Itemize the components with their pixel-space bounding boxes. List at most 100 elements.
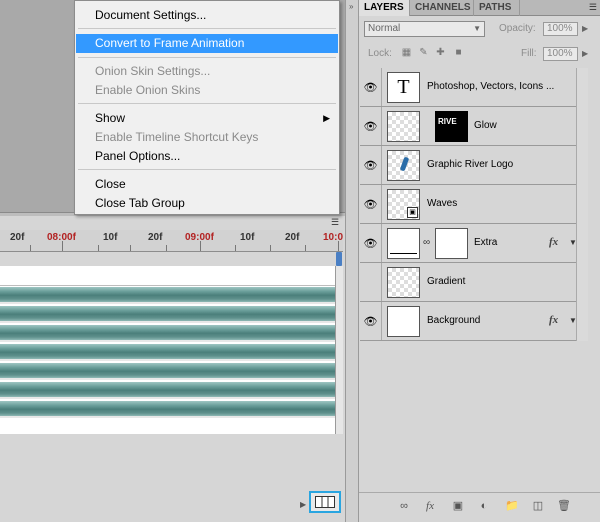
menu-separator — [78, 103, 336, 104]
lock-image-icon[interactable]: ✎ — [418, 47, 429, 58]
eye-icon[interactable]: 👁 — [360, 302, 382, 340]
submenu-arrow-icon: ▶ — [323, 113, 330, 123]
trash-icon[interactable]: 🗑 — [557, 499, 571, 513]
eye-icon[interactable]: 👁 — [360, 224, 382, 262]
collapse-arrows-icon[interactable]: » — [349, 3, 355, 11]
link-icon[interactable]: ∞ — [423, 237, 430, 248]
menu-item-show-label: Show — [95, 111, 126, 125]
ruler-tick — [30, 245, 31, 251]
layer-thumbnail — [387, 306, 420, 337]
mask-text: RIVE — [438, 117, 457, 126]
lock-transparency-icon[interactable]: ▦ — [401, 47, 412, 58]
menu-item-enable-onion-skins[interactable]: Enable Onion Skins — [76, 81, 338, 100]
layer-name[interactable]: Graphic River Logo — [427, 146, 513, 184]
menu-item-convert-to-frame-animation[interactable]: Convert to Frame Animation — [76, 34, 338, 53]
eye-icon[interactable]: 👁 — [360, 146, 382, 184]
menu-item-show[interactable]: Show ▶ — [76, 109, 338, 128]
text-layer-icon: T — [387, 72, 420, 103]
eye-hidden-slot[interactable] — [360, 263, 382, 301]
track-row[interactable] — [0, 287, 335, 304]
layer-mask-thumbnail — [435, 228, 468, 259]
arrow-right-icon[interactable]: ▶ — [300, 500, 306, 509]
eye-icon[interactable]: 👁 — [360, 68, 382, 106]
eye-icon[interactable]: 👁 — [360, 107, 382, 145]
ruler-tick — [338, 241, 339, 251]
track-row[interactable] — [0, 401, 335, 418]
add-mask-icon[interactable]: ▣ — [451, 499, 465, 513]
layer-row[interactable]: 👁 Graphic River Logo — [360, 146, 576, 185]
track-row[interactable] — [0, 306, 335, 323]
tab-layers[interactable]: LAYERS — [359, 0, 410, 16]
track-row[interactable] — [0, 266, 335, 286]
timeline-panel-menu-icon[interactable]: ☰ — [327, 216, 343, 228]
layer-row[interactable]: 👁 RIVE Glow — [360, 107, 576, 146]
new-layer-icon[interactable]: ◫ — [531, 499, 545, 513]
menu-item-panel-options[interactable]: Panel Options... — [76, 147, 338, 166]
adjustment-layer-icon[interactable]: ◐ — [477, 499, 491, 513]
menu-item-enable-timeline-shortcut-keys[interactable]: Enable Timeline Shortcut Keys — [76, 128, 338, 147]
smart-object-icon: ▣ — [407, 207, 418, 218]
track-row[interactable] — [0, 363, 335, 380]
layer-name[interactable]: Photoshop, Vectors, Icons ... — [427, 68, 554, 106]
chevron-right-icon[interactable]: ▶ — [582, 49, 588, 58]
opacity-label: Opacity: — [499, 23, 536, 34]
layers-footer-toolbar: ∞ fx ▣ ◐ 📁 ◫ 🗑 — [359, 492, 600, 522]
track-row[interactable] — [0, 344, 335, 361]
timeline-tracks[interactable] — [0, 266, 335, 434]
layer-name[interactable]: Waves — [427, 185, 457, 223]
layer-name[interactable]: Background — [427, 302, 480, 340]
menu-separator — [78, 57, 336, 58]
panel-menu-icon[interactable]: ☰ — [589, 2, 597, 13]
layer-thumbnail: ▣ — [387, 189, 420, 220]
layer-row[interactable]: 👁 ∞ Extra fx ▼ — [360, 224, 577, 263]
playhead-handle[interactable] — [336, 252, 342, 266]
menu-item-close-tab-group[interactable]: Close Tab Group — [76, 194, 338, 213]
track-row[interactable] — [0, 382, 335, 399]
tab-channels[interactable]: CHANNELS — [410, 0, 474, 16]
layer-thumbnail — [387, 150, 420, 181]
menu-item-close[interactable]: Close — [76, 175, 338, 194]
menu-item-document-settings[interactable]: Document Settings... — [76, 6, 338, 25]
layer-thumbnail — [387, 111, 420, 142]
layer-name[interactable]: Extra — [474, 224, 497, 262]
menu-item-onion-skin-settings[interactable]: Onion Skin Settings... — [76, 62, 338, 81]
animation-timeline-panel: ☰ 20f 08:00f 10f 20f 09:00f 10f 20f 10:0… — [0, 216, 345, 522]
layer-name[interactable]: Gradient — [427, 263, 465, 301]
ruler-label: 10f — [240, 232, 255, 243]
eye-icon[interactable]: 👁 — [360, 185, 382, 223]
track-row[interactable] — [0, 325, 335, 342]
adjustment-icon — [390, 253, 417, 254]
timeline-scrollbar[interactable] — [335, 266, 343, 434]
convert-to-frame-animation-button[interactable] — [309, 491, 341, 513]
logo-icon — [399, 156, 410, 172]
fill-label: Fill: — [521, 48, 537, 59]
layer-row[interactable]: 👁 Background fx ▼ — [360, 302, 577, 341]
fill-field[interactable]: 100% — [543, 47, 578, 61]
link-layers-icon[interactable]: ∞ — [397, 499, 411, 513]
timeline-ruler[interactable]: 20f 08:00f 10f 20f 09:00f 10f 20f 10:0 — [0, 230, 343, 252]
new-group-icon[interactable]: 📁 — [505, 499, 519, 513]
ruler-label: 20f — [285, 232, 300, 243]
layer-row[interactable]: Gradient — [360, 263, 576, 302]
panel-dock-divider[interactable]: » — [345, 0, 359, 522]
ruler-tick — [305, 245, 306, 251]
lock-position-icon[interactable]: ✚ — [435, 47, 446, 58]
layer-row[interactable]: 👁 ▣ Waves — [360, 185, 576, 224]
menu-separator — [78, 28, 336, 29]
ruler-tick — [166, 245, 167, 251]
lock-all-icon[interactable]: ■ — [453, 47, 464, 58]
opacity-field[interactable]: 100% — [543, 22, 578, 36]
layer-style-icon[interactable]: fx — [423, 499, 437, 513]
layer-list-scrollbar[interactable] — [576, 68, 588, 341]
layer-row[interactable]: 👁 T Photoshop, Vectors, Icons ... — [360, 68, 576, 107]
blend-mode-select[interactable]: Normal ▼ — [364, 21, 485, 37]
tab-paths[interactable]: PATHS — [474, 0, 520, 16]
ruler-tick — [270, 245, 271, 251]
layer-name[interactable]: Glow — [474, 107, 497, 145]
layer-thumbnail — [387, 267, 420, 298]
chevron-right-icon[interactable]: ▶ — [582, 24, 588, 33]
frames-icon — [315, 496, 335, 508]
fx-icon[interactable]: fx — [549, 314, 558, 326]
fx-icon[interactable]: fx — [549, 236, 558, 248]
menu-separator — [78, 169, 336, 170]
